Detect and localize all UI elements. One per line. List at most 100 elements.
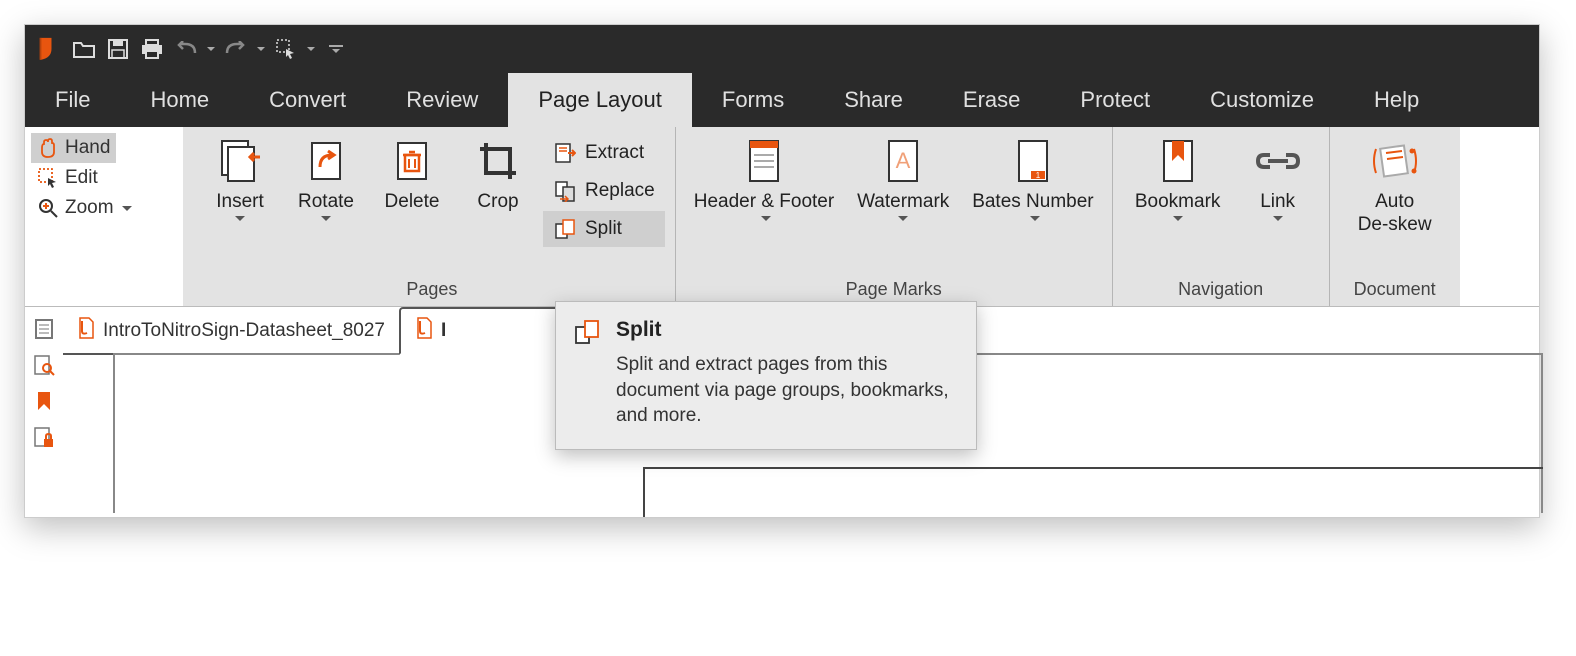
delete-label: Delete xyxy=(385,191,440,214)
replace-button[interactable]: Replace xyxy=(543,173,665,209)
document-tab-1[interactable]: IntroToNitroSign-Datasheet_8027 xyxy=(63,308,399,353)
extract-icon xyxy=(553,141,577,165)
insert-dropdown-icon xyxy=(235,216,245,221)
document-tab-2-title: I xyxy=(441,320,446,342)
header-footer-button[interactable]: Header & Footer xyxy=(686,133,842,223)
redo-dropdown-icon[interactable] xyxy=(257,47,265,51)
redo-icon[interactable] xyxy=(223,36,249,62)
app-logo-icon xyxy=(35,36,57,62)
crop-label: Crop xyxy=(477,191,518,214)
zoom-label: Zoom xyxy=(65,197,114,219)
open-icon[interactable] xyxy=(71,36,97,62)
group-label-navigation: Navigation xyxy=(1123,277,1319,304)
link-label: Link xyxy=(1260,191,1295,214)
ribbon-group-pages: Insert Rotate Delete xyxy=(183,127,676,306)
menu-home[interactable]: Home xyxy=(120,73,239,127)
menu-protect[interactable]: Protect xyxy=(1050,73,1180,127)
edit-icon xyxy=(37,167,59,189)
menu-bar: File Home Convert Review Page Layout For… xyxy=(25,73,1539,127)
deskew-icon xyxy=(1369,135,1421,187)
svg-text:1: 1 xyxy=(1036,171,1041,180)
save-icon[interactable] xyxy=(105,36,131,62)
deskew-label-2: De-skew xyxy=(1358,214,1432,237)
group-label-document: Document xyxy=(1340,277,1450,304)
svg-text:A: A xyxy=(896,148,911,173)
menu-file[interactable]: File xyxy=(25,73,120,127)
ribbon-group-document: Auto De-skew Document xyxy=(1330,127,1460,306)
link-icon xyxy=(1252,135,1304,187)
edit-tool[interactable]: Edit xyxy=(31,163,177,193)
watermark-icon: A xyxy=(877,135,929,187)
pdf-file-icon xyxy=(77,317,95,345)
insert-button[interactable]: Insert xyxy=(199,133,281,223)
hand-tool[interactable]: Hand xyxy=(31,133,116,163)
rotate-dropdown-icon xyxy=(321,216,331,221)
header-footer-label: Header & Footer xyxy=(694,191,834,214)
watermark-button[interactable]: A Watermark xyxy=(846,133,960,223)
undo-dropdown-icon[interactable] xyxy=(207,47,215,51)
pages-panel-icon[interactable] xyxy=(32,317,56,341)
hand-icon xyxy=(37,137,59,159)
extract-button[interactable]: Extract xyxy=(543,135,665,171)
menu-customize[interactable]: Customize xyxy=(1180,73,1344,127)
group-label-pages: Pages xyxy=(199,277,665,304)
hand-label: Hand xyxy=(65,137,110,159)
side-panel xyxy=(25,307,63,517)
menu-share[interactable]: Share xyxy=(814,73,933,127)
tooltip-body: Split and extract pages from this docume… xyxy=(616,352,958,429)
header-footer-icon xyxy=(738,135,790,187)
split-tooltip-icon xyxy=(574,318,600,346)
search-panel-icon[interactable] xyxy=(32,353,56,377)
bates-number-button[interactable]: 1 Bates Number xyxy=(964,133,1101,223)
ribbon-tools-panel: Hand Edit Zoom xyxy=(25,127,183,306)
menu-review[interactable]: Review xyxy=(376,73,508,127)
group-label-page-marks: Page Marks xyxy=(686,277,1102,304)
rotate-icon xyxy=(300,135,352,187)
crop-icon xyxy=(472,135,524,187)
zoom-icon xyxy=(37,197,59,219)
delete-icon xyxy=(386,135,438,187)
security-panel-icon[interactable] xyxy=(32,425,56,449)
pdf-file-icon xyxy=(415,317,433,345)
menu-page-layout[interactable]: Page Layout xyxy=(508,73,692,127)
header-footer-dropdown-icon xyxy=(761,216,771,221)
rotate-label: Rotate xyxy=(298,191,354,214)
bates-icon: 1 xyxy=(1007,135,1059,187)
ribbon-group-navigation: Bookmark Link Navigation xyxy=(1113,127,1330,306)
menu-erase[interactable]: Erase xyxy=(933,73,1050,127)
tooltip-title: Split xyxy=(616,318,958,342)
menu-convert[interactable]: Convert xyxy=(239,73,376,127)
rotate-button[interactable]: Rotate xyxy=(285,133,367,223)
select-tool-icon[interactable] xyxy=(273,36,299,62)
auto-deskew-button[interactable]: Auto De-skew xyxy=(1340,133,1450,239)
bookmark-dropdown-icon xyxy=(1173,216,1183,221)
link-button[interactable]: Link xyxy=(1237,133,1319,223)
bates-dropdown-icon xyxy=(1030,216,1040,221)
bookmarks-panel-icon[interactable] xyxy=(32,389,56,413)
bates-label: Bates Number xyxy=(972,191,1093,214)
split-button[interactable]: Split xyxy=(543,211,665,247)
watermark-label: Watermark xyxy=(857,191,949,214)
insert-label: Insert xyxy=(216,191,264,214)
bookmark-icon xyxy=(1152,135,1204,187)
print-icon[interactable] xyxy=(139,36,165,62)
zoom-tool[interactable]: Zoom xyxy=(31,193,177,223)
ribbon-group-page-marks: Header & Footer A Watermark 1 Bates Numb… xyxy=(676,127,1113,306)
split-icon xyxy=(553,217,577,241)
qat-more-icon[interactable] xyxy=(323,36,349,62)
menu-forms[interactable]: Forms xyxy=(692,73,814,127)
menu-help[interactable]: Help xyxy=(1344,73,1449,127)
split-tooltip: Split Split and extract pages from this … xyxy=(555,301,977,450)
crop-button[interactable]: Crop xyxy=(457,133,539,216)
delete-button[interactable]: Delete xyxy=(371,133,453,216)
undo-icon[interactable] xyxy=(173,36,199,62)
insert-icon xyxy=(214,135,266,187)
document-tab-1-title: IntroToNitroSign-Datasheet_8027 xyxy=(103,320,385,342)
replace-icon xyxy=(553,179,577,203)
page-foreground xyxy=(643,467,1543,517)
select-dropdown-icon[interactable] xyxy=(307,47,315,51)
quick-access-toolbar xyxy=(25,25,1539,73)
watermark-dropdown-icon xyxy=(898,216,908,221)
bookmark-button[interactable]: Bookmark xyxy=(1123,133,1233,223)
deskew-label-1: Auto xyxy=(1375,191,1414,214)
